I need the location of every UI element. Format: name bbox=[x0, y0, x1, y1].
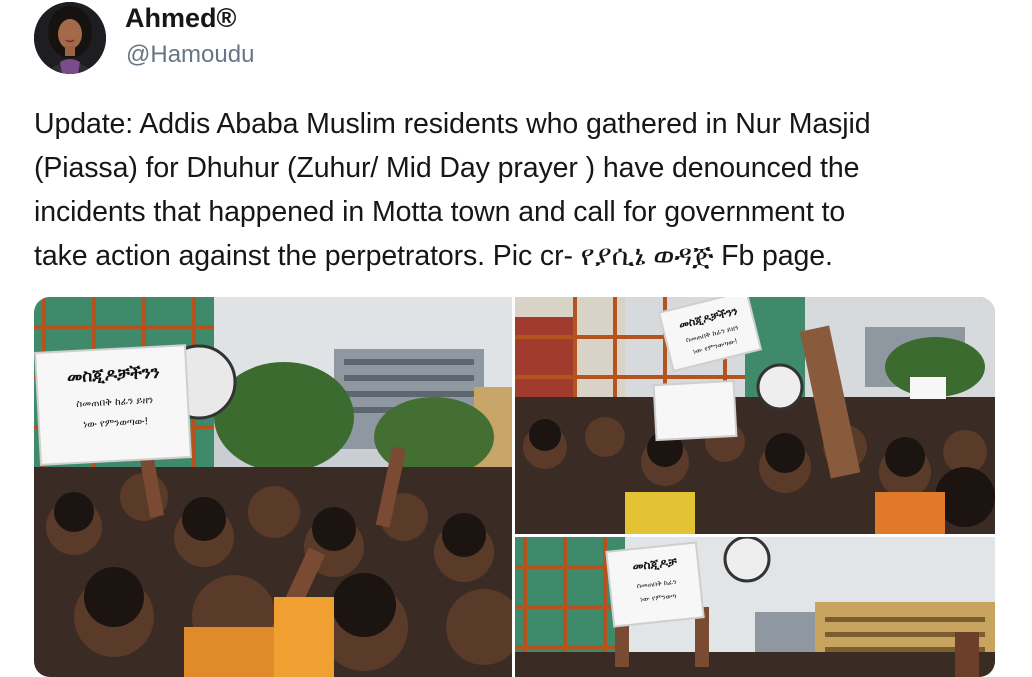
tweet-card: Ahmed® @Hamoudu Update: Addis Ababa Musl… bbox=[0, 0, 1032, 677]
tweet-text-line: take action against the perpetrators. Pi… bbox=[34, 240, 833, 272]
sign-text-line: ስመጠበቅ ከፊን ይዘን bbox=[76, 394, 154, 411]
tweet-text-line: (Piassa) for Dhuhur (Zuhur/ Mid Day pray… bbox=[34, 152, 860, 184]
photo-top-right[interactable]: መስጂዶቻችንን ስመጠበቅ ከፊን ይዘን ነው የምንወጣው! bbox=[515, 297, 995, 534]
photo-large-left[interactable]: መስጂዶቻችንን ስመጠበቅ ከፊን ይዘን ነው የምንወጣው! bbox=[34, 297, 512, 677]
sign-text-line: ነው የምንወጣው! bbox=[83, 416, 149, 431]
user-handle[interactable]: @Hamoudu bbox=[126, 40, 254, 70]
tweet-text-line: Update: Addis Ababa Muslim residents who… bbox=[34, 108, 871, 140]
avatar[interactable] bbox=[34, 2, 106, 74]
protest-sign: መስጂዶቻችንን ስመጠበቅ ከፊን ይዘን ነው የምንወጣው! bbox=[39, 351, 190, 462]
sign-text-line: መስጂዶቻችንን bbox=[66, 362, 161, 388]
tweet-text-line: incidents that happened in Motta town an… bbox=[34, 196, 846, 228]
protest-sign: መስጂዶቻ ስመጠበቅ ከፊን ነው የምንወጣ bbox=[610, 547, 705, 626]
display-name[interactable]: Ahmed® bbox=[125, 2, 236, 34]
media-grid: መስጂዶቻችንን ስመጠበቅ ከፊን ይዘን ነው የምንወጣው! መስጂዶቻች… bbox=[34, 297, 995, 677]
photo-bottom-right[interactable]: መስጂዶቻ ስመጠበቅ ከፊን ነው የምንወጣ bbox=[515, 537, 995, 677]
sign-text-line: መስጂዶቻ bbox=[631, 554, 678, 574]
tweet-text: Update: Addis Ababa Muslim residents who… bbox=[34, 102, 1019, 278]
